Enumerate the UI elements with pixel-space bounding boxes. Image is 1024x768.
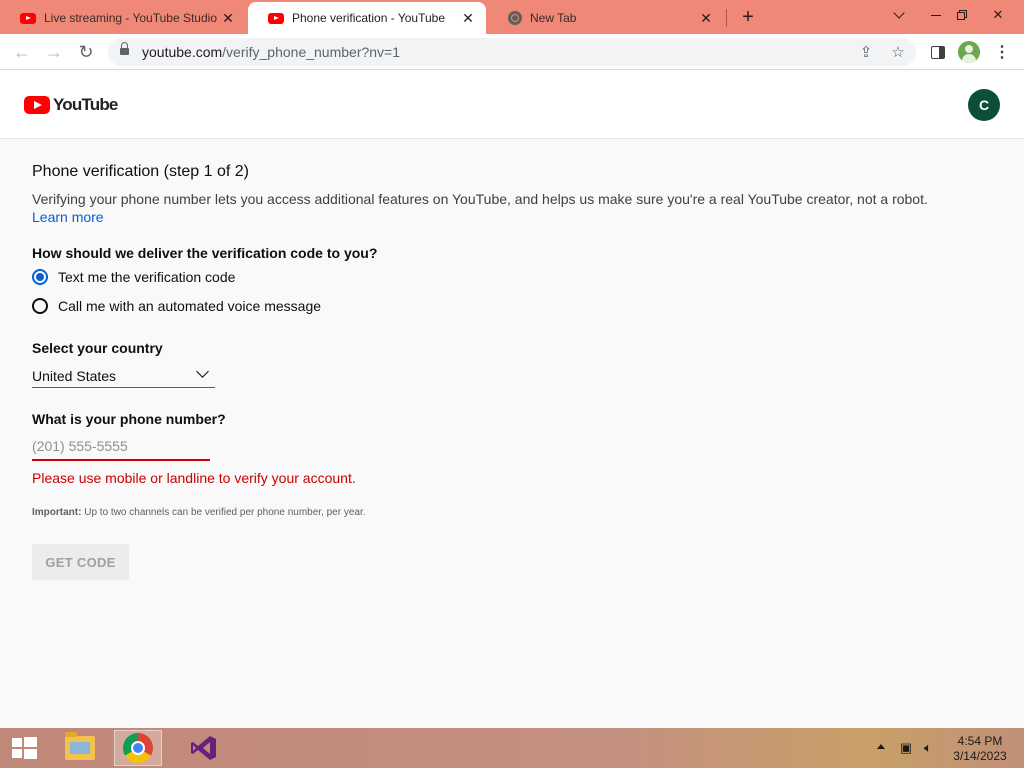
bookmark-star-icon[interactable]: ☆ xyxy=(888,42,908,62)
avatar[interactable]: C xyxy=(968,89,1000,121)
tab-new-tab[interactable]: New Tab ✕ xyxy=(488,2,724,34)
learn-more-link[interactable]: Learn more xyxy=(32,209,104,225)
close-icon[interactable]: ✕ xyxy=(698,10,714,26)
side-panel-icon xyxy=(931,45,945,59)
minimize-icon xyxy=(931,14,941,16)
share-icon[interactable]: ⇪ xyxy=(856,42,876,62)
restore-icon xyxy=(957,10,967,20)
volume-icon[interactable]: 🔈︎ xyxy=(920,740,936,756)
chrome-icon xyxy=(123,733,153,763)
new-tab-button[interactable]: + xyxy=(736,6,760,28)
kebab-menu-icon: ⋮ xyxy=(994,44,1010,61)
radio-label: Text me the verification code xyxy=(58,269,236,285)
country-label: Select your country xyxy=(32,340,163,356)
close-icon: ✕ xyxy=(992,7,1004,22)
youtube-icon xyxy=(268,12,284,24)
clock-date: 3/14/2023 xyxy=(953,749,1007,763)
start-button[interactable] xyxy=(6,736,40,760)
side-panel-button[interactable] xyxy=(926,40,950,64)
close-icon[interactable]: ✕ xyxy=(460,10,476,26)
tab-phone-verification[interactable]: Phone verification - YouTube ✕ xyxy=(248,2,486,34)
tab-title: Phone verification - YouTube xyxy=(292,11,445,25)
taskbar-file-explorer[interactable] xyxy=(56,730,104,766)
delivery-question: How should we deliver the verification c… xyxy=(32,245,378,261)
chevron-down-icon xyxy=(893,7,905,19)
radio-label: Call me with an automated voice message xyxy=(58,298,322,314)
country-select[interactable]: United States xyxy=(32,361,215,388)
radio-checked-icon[interactable] xyxy=(32,269,48,285)
clock-time: 4:54 PM xyxy=(957,734,1003,748)
phone-number-input[interactable] xyxy=(32,431,210,461)
tab-youtube-studio[interactable]: Live streaming - YouTube Studio ✕ xyxy=(0,2,246,34)
taskbar-visual-studio[interactable] xyxy=(180,730,228,766)
youtube-logo[interactable]: YouTube xyxy=(24,95,118,115)
url-text: youtube.com/verify_phone_number?nv=1 xyxy=(142,44,401,60)
tab-separator xyxy=(726,9,727,27)
phone-label: What is your phone number? xyxy=(32,411,226,427)
radio-option-text[interactable]: Text me the verification code xyxy=(32,269,235,285)
tab-title: Live streaming - YouTube Studio xyxy=(44,11,217,25)
radio-option-call[interactable]: Call me with an automated voice message xyxy=(32,298,321,314)
profile-icon[interactable] xyxy=(958,41,980,63)
tab-search-button[interactable] xyxy=(883,3,915,27)
description: Verifying your phone number lets you acc… xyxy=(32,191,928,207)
chevron-down-icon xyxy=(196,365,209,378)
visual-studio-icon xyxy=(191,736,216,760)
logo-text: YouTube xyxy=(53,95,118,114)
lock-icon xyxy=(120,42,129,57)
reload-button[interactable]: ↻ xyxy=(72,38,100,66)
show-hidden-icons-icon[interactable] xyxy=(877,744,885,749)
network-icon[interactable]: ▣ xyxy=(898,740,914,756)
folder-icon xyxy=(65,732,95,760)
back-button[interactable]: ← xyxy=(8,38,36,66)
system-clock[interactable]: 4:54 PM 3/14/2023 xyxy=(946,734,1014,764)
close-icon[interactable]: ✕ xyxy=(220,10,236,26)
error-message: Please use mobile or landline to verify … xyxy=(32,470,356,486)
important-text: Up to two channels can be verified per p… xyxy=(81,507,366,518)
taskbar: ▣ 🔈︎ 4:54 PM 3/14/2023 xyxy=(0,728,1024,768)
masthead: YouTube C xyxy=(0,71,1024,139)
menu-button[interactable]: ⋮ xyxy=(990,40,1014,64)
get-code-button[interactable]: GET CODE xyxy=(32,544,129,580)
address-bar[interactable]: youtube.com/verify_phone_number?nv=1 ⇪ ☆ xyxy=(108,38,916,66)
page: YouTube C Phone verification (step 1 of … xyxy=(0,71,1024,728)
radio-unchecked-icon[interactable] xyxy=(32,298,48,314)
tab-strip: Live streaming - YouTube Studio ✕ Phone … xyxy=(0,0,1024,34)
chrome-icon xyxy=(508,11,522,25)
restore-button[interactable] xyxy=(946,3,978,27)
page-title: Phone verification (step 1 of 2) xyxy=(32,163,250,180)
close-window-button[interactable]: ✕ xyxy=(982,3,1014,27)
youtube-icon xyxy=(20,12,36,24)
country-value: United States xyxy=(32,368,117,384)
youtube-play-icon xyxy=(24,96,50,114)
important-label: Important: xyxy=(32,507,82,518)
browser-toolbar: ← → ↻ youtube.com/verify_phone_number?nv… xyxy=(0,34,1024,70)
taskbar-chrome[interactable] xyxy=(114,730,162,766)
arrow-left-icon: ← xyxy=(13,41,31,62)
arrow-right-icon: → xyxy=(45,41,63,62)
tab-title: New Tab xyxy=(530,11,577,25)
reload-icon: ↻ xyxy=(78,41,94,62)
forward-button[interactable]: → xyxy=(40,38,68,66)
important-note: Important: Up to two channels can be ver… xyxy=(32,507,366,518)
